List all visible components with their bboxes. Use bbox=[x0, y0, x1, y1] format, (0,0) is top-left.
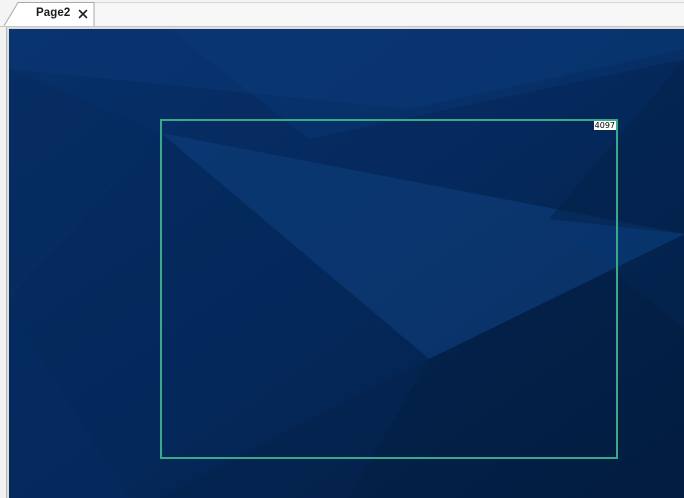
tab-label: Page2 bbox=[36, 7, 71, 19]
selected-element-outline[interactable]: 4097 bbox=[160, 119, 618, 459]
page-canvas[interactable]: 4097 bbox=[9, 29, 684, 498]
element-id-label: 4097 bbox=[593, 121, 616, 130]
close-icon[interactable] bbox=[77, 7, 89, 19]
canvas-frame: 4097 bbox=[6, 27, 684, 498]
editor-window: Page2 4097 bbox=[0, 0, 684, 498]
tab-strip: Page2 bbox=[0, 0, 684, 27]
tab-strip-empty-area bbox=[94, 2, 684, 25]
tab-page2[interactable]: Page2 bbox=[4, 2, 95, 26]
